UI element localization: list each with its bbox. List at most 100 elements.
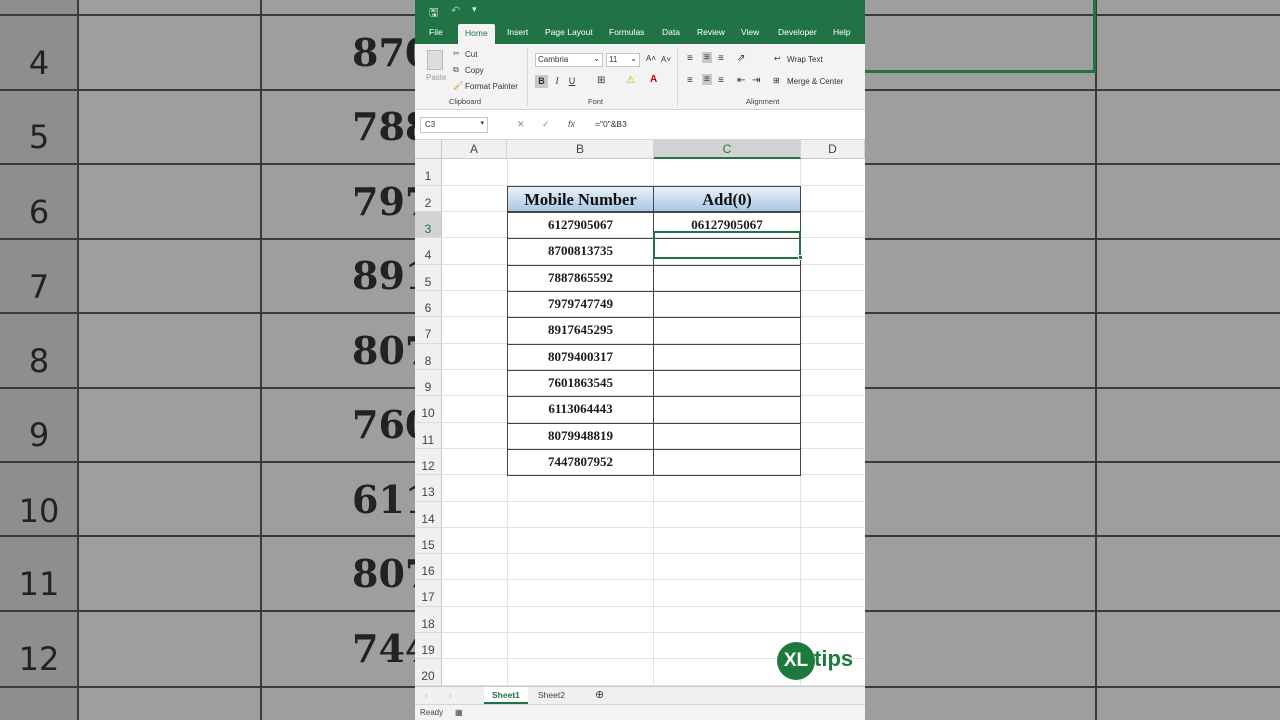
align-right-icon[interactable]: ≡ <box>718 75 724 86</box>
orientation-icon[interactable]: ⇗ <box>737 53 745 64</box>
row-header-14[interactable]: 14 <box>415 502 442 528</box>
cell-c10[interactable] <box>653 396 801 424</box>
fill-handle[interactable] <box>798 255 803 260</box>
font-size-dropdown[interactable]: 11 ⌄ <box>606 53 640 67</box>
align-center-icon[interactable]: ≡ <box>702 74 712 85</box>
cell-c11[interactable] <box>653 423 801 450</box>
tab-developer[interactable]: Developer <box>778 27 817 37</box>
row-header-1[interactable]: 1 <box>415 159 442 186</box>
format-painter-icon: 🖌 <box>453 81 464 90</box>
italic-button[interactable]: I <box>552 75 562 88</box>
customize-icon[interactable]: ▾ <box>472 4 477 15</box>
font-color-icon[interactable]: A <box>650 74 657 85</box>
chevron-down-icon: ⌄ <box>630 54 637 63</box>
scroll-right-icon[interactable]: › <box>449 687 452 704</box>
row-header-18[interactable]: 18 <box>415 607 442 633</box>
decrease-font-icon[interactable]: A˅ <box>661 55 671 64</box>
row-header-6[interactable]: 6 <box>415 291 442 317</box>
select-all-corner[interactable] <box>415 140 442 159</box>
bold-button[interactable]: B <box>535 75 548 88</box>
bg-row-number: 4 <box>28 44 50 82</box>
wrap-text-button[interactable]: Wrap Text <box>787 55 823 64</box>
decrease-indent-icon[interactable]: ⇤ <box>737 75 745 86</box>
tab-help[interactable]: Help <box>833 27 850 37</box>
cell-c7[interactable] <box>653 317 801 345</box>
row-header-11[interactable]: 11 <box>415 423 442 449</box>
tab-view[interactable]: View <box>741 27 759 37</box>
status-text: Ready <box>420 708 444 717</box>
column-header-b[interactable]: B <box>507 140 654 159</box>
tab-home[interactable]: Home <box>458 24 495 44</box>
row-header-9[interactable]: 9 <box>415 370 442 396</box>
row-header-2[interactable]: 2 <box>415 186 442 212</box>
cell-c8[interactable] <box>653 344 801 371</box>
bg-cell-value: 870 <box>352 30 415 75</box>
tab-formulas[interactable]: Formulas <box>609 27 644 37</box>
cell-c9[interactable] <box>653 370 801 397</box>
copy-button[interactable]: Copy <box>465 66 484 75</box>
sheet-tab-sheet2[interactable]: Sheet2 <box>530 687 573 704</box>
tab-review[interactable]: Review <box>697 27 725 37</box>
chevron-down-icon: ▾ <box>480 120 484 127</box>
cell-c5[interactable] <box>653 265 801 292</box>
column-header-a[interactable]: A <box>442 140 507 159</box>
column-header-d[interactable]: D <box>801 140 865 159</box>
active-cell-selection[interactable] <box>653 231 801 259</box>
name-box[interactable]: C3 ▾ <box>420 117 488 133</box>
sheet-tab-sheet1[interactable]: Sheet1 <box>484 687 528 704</box>
row-header-20[interactable]: 20 <box>415 659 442 686</box>
row-header-19[interactable]: 19 <box>415 633 442 659</box>
font-group-label: Font <box>588 97 604 106</box>
cell-c6[interactable] <box>653 291 801 318</box>
macro-record-icon[interactable]: ▦ <box>455 708 463 717</box>
bg-cell-value: 797 <box>352 179 415 224</box>
name-box-value: C3 <box>425 120 436 129</box>
row-header-16[interactable]: 16 <box>415 554 442 580</box>
header-cell-c2[interactable]: Add(0) <box>653 186 801 212</box>
tab-insert[interactable]: Insert <box>507 27 528 37</box>
align-bottom-icon[interactable]: ≡ <box>718 53 724 64</box>
add-sheet-icon[interactable]: ⊕ <box>595 687 604 704</box>
undo-icon[interactable]: ↶ <box>451 4 460 17</box>
underline-button[interactable]: U <box>567 75 577 88</box>
scroll-left-icon[interactable]: ‹ <box>425 687 428 704</box>
mobile-number-value: 7447807952 <box>548 454 613 469</box>
formula-input[interactable]: ="0"&B3 <box>595 119 627 129</box>
paste-icon[interactable] <box>427 50 443 70</box>
align-top-icon[interactable]: ≡ <box>687 53 693 64</box>
status-bar: Ready ▦ <box>415 704 865 720</box>
merge-center-button[interactable]: Merge & Center <box>787 77 843 86</box>
align-middle-icon[interactable]: ≡ <box>702 52 712 63</box>
format-painter-button[interactable]: Format Painter <box>465 82 518 91</box>
tab-data[interactable]: Data <box>662 27 680 37</box>
cut-icon: ✂ <box>453 49 460 58</box>
align-left-icon[interactable]: ≡ <box>687 75 693 86</box>
column-header-c[interactable]: C <box>654 140 801 159</box>
background-zoomed-sheet-left: 4 5 6 7 8 9 10 11 12 870 788 797 891 807… <box>0 0 415 720</box>
cancel-icon[interactable]: ✕ <box>517 119 525 130</box>
save-icon[interactable]: 🖫 <box>429 4 438 23</box>
enter-icon[interactable]: ✓ <box>542 119 550 130</box>
paste-button[interactable]: Paste <box>426 73 446 82</box>
row-header-7[interactable]: 7 <box>415 317 442 344</box>
increase-font-icon[interactable]: A˄ <box>646 54 656 63</box>
row-header-15[interactable]: 15 <box>415 528 442 554</box>
font-name-dropdown[interactable]: Cambria ⌄ <box>535 53 603 67</box>
row-header-5[interactable]: 5 <box>415 265 442 291</box>
cut-button[interactable]: Cut <box>465 50 477 59</box>
tab-page-layout[interactable]: Page Layout <box>545 27 593 37</box>
row-header-12[interactable]: 12 <box>415 449 442 475</box>
tab-file[interactable]: File <box>429 27 443 37</box>
row-header-4[interactable]: 4 <box>415 238 442 265</box>
row-header-10[interactable]: 10 <box>415 396 442 423</box>
row-header-3[interactable]: 3 <box>415 212 442 238</box>
fill-color-icon[interactable]: ⚠ <box>626 75 635 86</box>
increase-indent-icon[interactable]: ⇥ <box>752 75 760 86</box>
row-header-13[interactable]: 13 <box>415 475 442 502</box>
borders-icon[interactable]: ⊞ <box>597 75 605 86</box>
insert-function-icon[interactable]: fx <box>568 119 575 129</box>
row-header-17[interactable]: 17 <box>415 580 442 607</box>
row-header-8[interactable]: 8 <box>415 344 442 370</box>
cell-c12[interactable] <box>653 449 801 476</box>
header-cell-b2[interactable]: Mobile Number <box>507 186 654 212</box>
